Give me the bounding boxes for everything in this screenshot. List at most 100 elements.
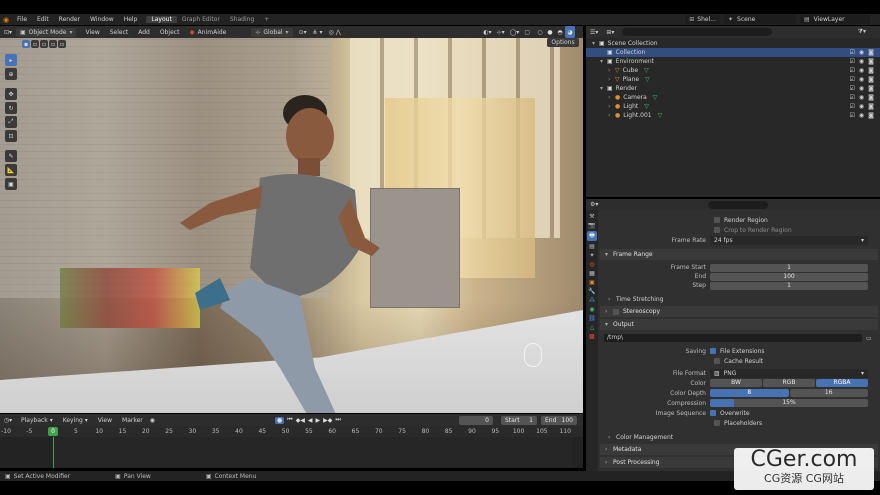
menu-help[interactable]: Help: [119, 16, 143, 23]
outliner-row[interactable]: ▾ ▣ Scene Collection: [586, 39, 880, 48]
exclude-checkbox-icon[interactable]: ☑: [850, 67, 855, 74]
exclude-checkbox-icon[interactable]: ☑: [850, 76, 855, 83]
outliner-search-input[interactable]: [622, 28, 773, 36]
color-rgba-button[interactable]: RGBA: [816, 379, 868, 387]
next-key-icon[interactable]: ▶◆: [323, 417, 332, 424]
viewport-menu-add[interactable]: Add: [133, 29, 155, 36]
chevron-right-icon[interactable]: ›: [608, 67, 615, 74]
visibility-eye-icon[interactable]: ◉: [859, 85, 864, 92]
select-subtract-icon[interactable]: ▫: [40, 40, 48, 48]
move-tool-icon[interactable]: ✥: [5, 88, 17, 100]
color-rgb-button[interactable]: RGB: [763, 379, 815, 387]
object-data-icon[interactable]: ▽: [645, 76, 650, 83]
exclude-checkbox-icon[interactable]: ☑: [850, 49, 855, 56]
viewport-menu-animaide[interactable]: ◉ AnimAide: [184, 29, 231, 36]
compression-slider[interactable]: 15%: [710, 399, 868, 407]
object-data-icon[interactable]: ▽: [658, 112, 663, 119]
tab-shading[interactable]: Shading: [225, 16, 259, 23]
stereoscopy-checkbox[interactable]: [613, 308, 619, 315]
frame-end-field[interactable]: 100: [710, 272, 868, 281]
chevron-down-icon[interactable]: ▾: [600, 85, 607, 92]
outliner-row[interactable]: › ▽ Cube ▽ ☑ ◉ ◙: [586, 66, 880, 75]
tab-layout[interactable]: Layout: [146, 16, 177, 23]
record-button-icon[interactable]: ●: [275, 416, 285, 424]
chevron-right-icon[interactable]: ›: [608, 112, 615, 119]
viewport-menu-view[interactable]: View: [80, 29, 104, 36]
mode-selector[interactable]: ▣ Object Mode ▾: [16, 27, 77, 37]
visibility-eye-icon[interactable]: ◉: [859, 49, 864, 56]
timeline-menu-keying[interactable]: Keying ▾: [58, 417, 93, 424]
outliner-editor-type-icon[interactable]: ☰▾: [590, 29, 598, 36]
play-icon[interactable]: ▶: [316, 417, 321, 424]
visibility-eye-icon[interactable]: ◉: [859, 76, 864, 83]
render-camera-icon[interactable]: ◙: [868, 85, 874, 92]
time-stretching-subpanel[interactable]: › Time Stretching: [600, 294, 878, 304]
properties-editor-type-icon[interactable]: ⚙▾: [590, 201, 598, 208]
overlays-icon[interactable]: ◯▾: [510, 29, 520, 36]
chevron-right-icon[interactable]: ›: [608, 76, 615, 83]
chevron-right-icon[interactable]: ›: [608, 103, 615, 110]
current-frame-field[interactable]: 0: [459, 415, 493, 425]
menu-render[interactable]: Render: [54, 16, 85, 23]
world-tab-icon[interactable]: ◍: [589, 261, 594, 268]
blender-logo-icon[interactable]: ◉: [0, 14, 12, 25]
texture-tab-icon[interactable]: ▩: [589, 333, 595, 340]
tool-tab-icon[interactable]: ⚒: [589, 213, 594, 220]
chevron-down-icon[interactable]: ▾: [592, 40, 599, 47]
outliner-row[interactable]: › ● Light ▽ ☑ ◉ ◙: [586, 102, 880, 111]
menu-edit[interactable]: Edit: [32, 16, 54, 23]
playhead-label[interactable]: 0: [48, 427, 58, 436]
visibility-eye-icon[interactable]: ◉: [859, 58, 864, 65]
collection-tab-icon[interactable]: ▦: [589, 270, 595, 277]
constraints-tab-icon[interactable]: ⛓: [588, 315, 596, 322]
outliner-row[interactable]: ▣ Collection ☑ ◉ ◙: [586, 48, 880, 57]
select-intersect-icon[interactable]: ▫: [58, 40, 66, 48]
visibility-eye-icon[interactable]: ◉: [859, 103, 864, 110]
play-reverse-icon[interactable]: ◀: [308, 417, 313, 424]
file-extensions-checkbox[interactable]: [710, 348, 716, 354]
render-region-checkbox[interactable]: [714, 217, 720, 223]
particles-tab-icon[interactable]: ⁂: [589, 297, 595, 304]
timeline-menu-marker[interactable]: Marker: [117, 417, 148, 424]
render-camera-icon[interactable]: ◙: [868, 49, 874, 56]
scene-name-field[interactable]: ✦ Scene: [724, 15, 796, 24]
pivot-icon[interactable]: ⊙▾: [299, 29, 307, 36]
render-camera-icon[interactable]: ◙: [868, 58, 874, 65]
color-depth-8-button[interactable]: 8: [710, 389, 789, 397]
outliner-row[interactable]: ▾ ▣ Environment ☑ ◉ ◙: [586, 57, 880, 66]
proportional-edit-icon[interactable]: ◎ ⋀: [329, 29, 341, 36]
viewport-menu-select[interactable]: Select: [105, 29, 134, 36]
annotate-tool-icon[interactable]: ✎: [5, 150, 17, 162]
material-shading-icon[interactable]: ◓: [555, 26, 565, 38]
select-extend-icon[interactable]: ▫: [31, 40, 39, 48]
cache-result-checkbox[interactable]: [714, 358, 720, 364]
properties-search-input[interactable]: [708, 200, 769, 209]
viewport-menu-object[interactable]: Object: [155, 29, 185, 36]
wireframe-shading-icon[interactable]: ○: [535, 26, 545, 38]
add-workspace-button[interactable]: +: [259, 16, 274, 23]
object-data-icon[interactable]: ▽: [653, 94, 658, 101]
exclude-checkbox-icon[interactable]: ☑: [850, 94, 855, 101]
modifier-tab-icon[interactable]: 🔧: [588, 288, 595, 295]
select-tool-icon[interactable]: ▸: [5, 54, 17, 66]
overwrite-checkbox[interactable]: [710, 410, 716, 416]
add-cube-tool-icon[interactable]: ▣: [5, 178, 17, 190]
end-frame-field[interactable]: End 100: [541, 415, 577, 425]
physics-tab-icon[interactable]: ◉: [589, 306, 594, 313]
object-data-icon[interactable]: ▽: [644, 103, 649, 110]
frame-start-field[interactable]: 1: [710, 263, 868, 272]
render-camera-icon[interactable]: ◙: [868, 76, 874, 83]
timeline-menu-view[interactable]: View: [93, 417, 117, 424]
visibility-eye-icon[interactable]: ◉: [859, 94, 864, 101]
scene-selector[interactable]: ⊞ Shel...: [685, 15, 720, 24]
object-data-icon[interactable]: ▽: [644, 67, 649, 74]
menu-file[interactable]: File: [12, 16, 32, 23]
tab-graph-editor[interactable]: Graph Editor: [177, 16, 225, 23]
orientation-selector[interactable]: ⊹ Global ▾: [251, 27, 293, 37]
visibility-eye-icon[interactable]: ◉: [859, 112, 864, 119]
prev-key-icon[interactable]: ◆◀: [296, 417, 305, 424]
object-tab-icon[interactable]: ▣: [589, 279, 595, 286]
frame-rate-select[interactable]: 24 fps ▾: [710, 236, 868, 245]
frame-step-field[interactable]: 1: [710, 281, 868, 290]
scale-tool-icon[interactable]: ⤢: [5, 116, 17, 128]
